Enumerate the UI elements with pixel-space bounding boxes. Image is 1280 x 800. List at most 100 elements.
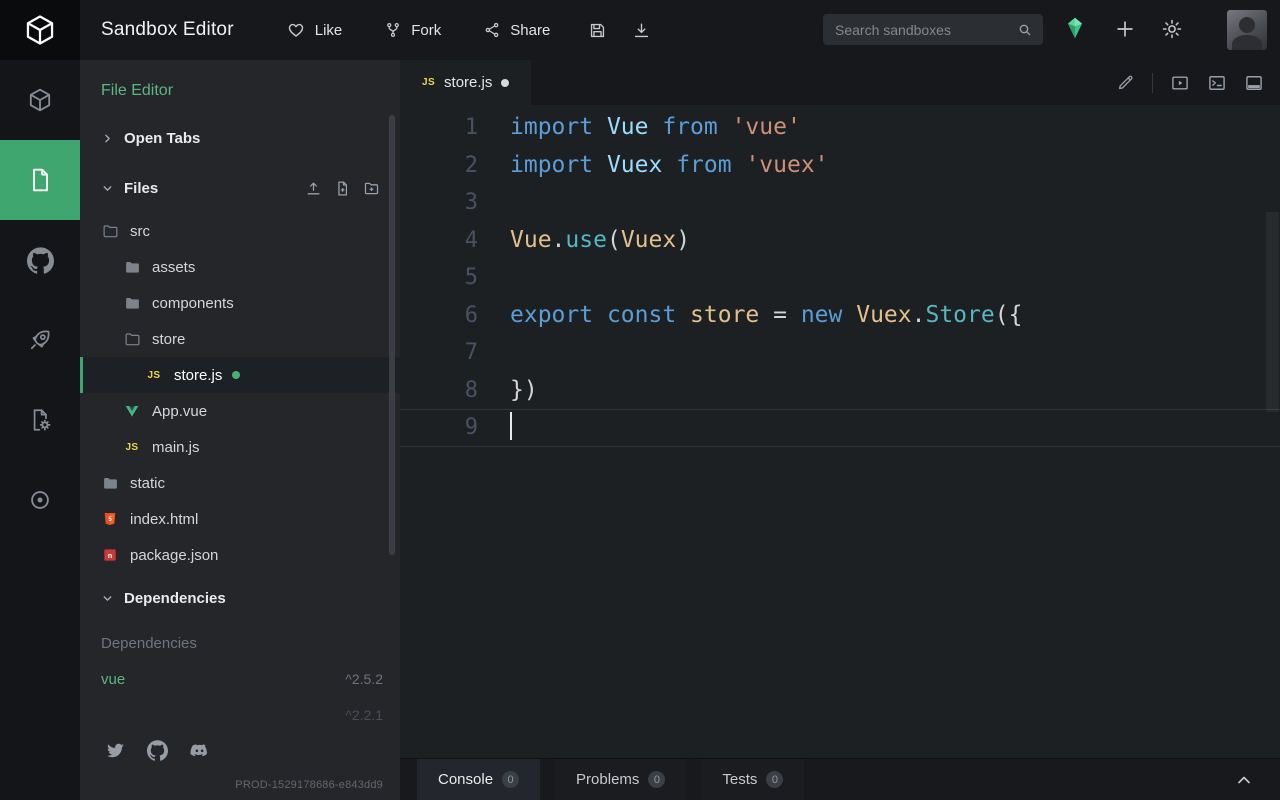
code-line-7[interactable]: 7	[400, 334, 1280, 372]
code-text	[490, 414, 512, 440]
modified-dot	[501, 79, 509, 87]
github-icon[interactable]	[147, 740, 168, 761]
dependency-name: vue	[101, 671, 125, 688]
dependencies-label: Dependencies	[124, 590, 226, 607]
discord-icon[interactable]	[189, 740, 210, 761]
activity-rail	[0, 60, 80, 800]
svg-text:n: n	[108, 551, 113, 560]
file-row-store[interactable]: store	[80, 321, 400, 357]
code-text	[490, 189, 510, 215]
folder-open-icon	[101, 223, 119, 240]
share-button[interactable]: Share	[483, 21, 550, 39]
file-row-main-js[interactable]: JSmain.js	[80, 429, 400, 465]
fork-button[interactable]: Fork	[384, 21, 441, 39]
github-icon	[27, 247, 54, 274]
editor-scrollbar[interactable]	[1266, 212, 1279, 412]
code-line-8[interactable]: 8})	[400, 372, 1280, 410]
prettify-icon[interactable]	[1116, 73, 1135, 92]
code-line-2[interactable]: 2import Vuex from 'vuex'	[400, 147, 1280, 185]
chevron-down-icon	[101, 182, 114, 195]
files-label: Files	[124, 180, 158, 197]
rail-item-github[interactable]	[0, 220, 80, 300]
console-tab-console[interactable]: Console0	[417, 759, 540, 800]
dependencies-section-header[interactable]: Dependencies	[80, 578, 400, 618]
code-line-9[interactable]: 9	[400, 409, 1280, 447]
file-row-app-vue[interactable]: App.vue	[80, 393, 400, 429]
like-button[interactable]: Like	[286, 20, 343, 40]
console-tab-problems[interactable]: Problems0	[555, 759, 686, 800]
new-sandbox-button[interactable]	[1114, 18, 1136, 40]
rail-item-live[interactable]	[0, 460, 80, 540]
gear-icon	[1161, 18, 1183, 40]
topbar-actions: Like Fork Share	[286, 20, 551, 40]
new-folder-icon[interactable]	[363, 180, 380, 197]
file-row-static[interactable]: static	[80, 465, 400, 501]
js-icon: JS	[145, 370, 163, 381]
file-row-store-js[interactable]: JSstore.js	[80, 357, 400, 393]
code-text: export const store = new Vuex.Store({	[490, 302, 1022, 328]
twitter-icon[interactable]	[105, 740, 126, 761]
user-avatar[interactable]	[1227, 10, 1267, 50]
file-name: src	[130, 223, 150, 240]
rail-item-file-editor[interactable]	[0, 140, 80, 220]
file-name: store	[152, 331, 185, 348]
code-line-4[interactable]: 4Vue.use(Vuex)	[400, 222, 1280, 260]
patron-badge[interactable]	[1062, 15, 1088, 41]
rail-item-configuration[interactable]	[0, 380, 80, 460]
download-icon[interactable]	[632, 21, 651, 40]
code-line-1[interactable]: 1import Vue from 'vue'	[400, 109, 1280, 147]
tab-label: store.js	[444, 74, 492, 91]
file-name: package.json	[130, 547, 218, 564]
console-tab-tests[interactable]: Tests0	[701, 759, 804, 800]
code-line-3[interactable]: 3	[400, 184, 1280, 222]
code-line-5[interactable]: 5	[400, 259, 1280, 297]
tab-store-js[interactable]: JS store.js	[400, 60, 531, 105]
open-tabs-section-header[interactable]: Open Tabs	[80, 118, 400, 158]
sidebar-title: File Editor	[80, 60, 400, 104]
gem-icon	[1062, 15, 1088, 41]
sandbox-editor-app: Sandbox Editor Like Fork Share	[0, 0, 1280, 800]
folder-icon	[123, 259, 141, 276]
files-section-header[interactable]: Files	[80, 168, 400, 208]
browser-preview-icon[interactable]	[1170, 73, 1190, 93]
dock-panel-icon[interactable]	[1244, 73, 1264, 93]
file-icon	[27, 167, 53, 193]
modified-dot	[232, 371, 240, 379]
console-tab-label: Console	[438, 771, 493, 788]
file-row-package-json[interactable]: n package.json	[80, 537, 400, 573]
js-file-icon: JS	[422, 77, 435, 88]
file-row-assets[interactable]: assets	[80, 249, 400, 285]
search-box	[823, 14, 1043, 45]
dependency-version: ^2.2.1	[345, 707, 383, 723]
code-text: })	[490, 377, 538, 403]
sidebar-scrollbar[interactable]	[389, 115, 395, 555]
editor-toolbar	[1116, 73, 1264, 93]
line-number: 7	[400, 334, 490, 372]
upload-icon[interactable]	[305, 180, 322, 197]
settings-button[interactable]	[1161, 18, 1183, 40]
dependency-row[interactable]: ^2.2.1	[80, 697, 400, 733]
rail-item-sandbox[interactable]	[0, 60, 80, 140]
code-line-6[interactable]: 6export const store = new Vuex.Store({	[400, 297, 1280, 335]
code-text	[490, 264, 510, 290]
chevron-up-icon[interactable]	[1234, 770, 1254, 790]
dependency-row[interactable]: vue^2.5.2	[80, 661, 400, 697]
file-row-components[interactable]: components	[80, 285, 400, 321]
file-row-src[interactable]: src	[80, 213, 400, 249]
dependencies-subheader: Dependencies	[80, 625, 400, 661]
build-id-label: PROD-1529178686-e843dd9	[235, 779, 383, 791]
html-icon: 5	[101, 511, 119, 527]
rail-item-deployment[interactable]	[0, 300, 80, 380]
code-area[interactable]: 1import Vue from 'vue'2import Vuex from …	[400, 105, 1280, 758]
terminal-icon[interactable]	[1207, 73, 1227, 93]
file-row-index-html[interactable]: 5index.html	[80, 501, 400, 537]
rocket-icon	[27, 327, 53, 353]
line-number: 4	[400, 222, 490, 260]
cube-logo-icon	[23, 13, 57, 47]
console-tabs: Console0Problems0Tests0	[400, 759, 819, 800]
search-input[interactable]	[835, 22, 1017, 38]
count-badge: 0	[766, 771, 783, 788]
codesandbox-logo[interactable]	[0, 0, 80, 60]
save-icon[interactable]	[588, 21, 607, 40]
new-file-icon[interactable]	[334, 180, 351, 197]
